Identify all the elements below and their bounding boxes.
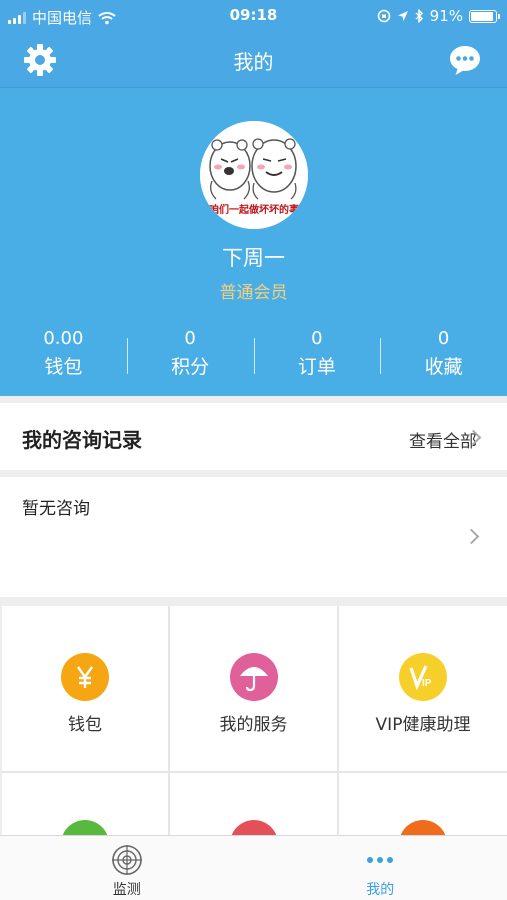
status-right: 91% [377, 7, 500, 25]
battery-icon [469, 9, 500, 23]
stat-label: 积分 [171, 356, 210, 378]
battery-percent: 91% [429, 7, 463, 25]
consult-record-title: 我的咨询记录 [22, 428, 142, 452]
stat-label: 钱包 [44, 356, 83, 378]
stat-wallet[interactable]: 0.00 钱包 [0, 326, 127, 382]
stat-label: 订单 [297, 356, 336, 378]
chevron-right-icon [463, 528, 480, 545]
green-icon [61, 820, 109, 836]
grid-item-label: 我的服务 [219, 715, 288, 735]
stat-orders[interactable]: 0 订单 [253, 326, 381, 382]
stat-value: 0.00 [43, 328, 84, 349]
consult-record-header[interactable]: 我的咨询记录 查看全部 [0, 403, 507, 470]
stat-favorites[interactable]: 0 收藏 [380, 326, 507, 382]
status-bar: 中国电信 09:18 91% [0, 0, 507, 32]
function-grid: 钱包 我的服务 IP VIP健康助理 [2, 606, 507, 836]
stat-value: 0 [184, 328, 196, 349]
stats-row: 0.00 钱包 0 积分 0 订单 0 收藏 [0, 326, 507, 382]
tab-monitor[interactable]: 监测 [0, 836, 254, 900]
radar-icon [110, 843, 144, 877]
empty-consult-text: 暂无咨询 [22, 499, 90, 519]
grid-item-label: VIP健康助理 [375, 715, 471, 735]
stat-value: 0 [311, 328, 323, 349]
chat-bubble-icon [450, 46, 480, 75]
grid-item-my-services[interactable]: 我的服务 [170, 606, 337, 771]
nav-bar: 我的 [0, 32, 507, 88]
orientation-lock-icon [377, 9, 390, 23]
consult-record-item[interactable]: 暂无咨询 [0, 477, 507, 597]
stat-label: 收藏 [424, 356, 463, 378]
umbrella-icon [229, 653, 278, 701]
grid-item-6[interactable] [339, 773, 507, 836]
tab-mine[interactable]: 我的 [254, 836, 507, 900]
messages-button[interactable] [443, 38, 487, 82]
tab-bar: 监测 我的 [0, 835, 507, 900]
avatar-caption: 咱们一起做坏坏的事 [209, 205, 299, 216]
profile-screen: 中国电信 09:18 91% 我的 咱们一起做坏坏的事 下周一 普通会员 0.0… [0, 0, 507, 900]
tab-label: 监测 [112, 882, 141, 898]
red-icon [229, 820, 278, 836]
grid-item-label: 钱包 [68, 715, 102, 735]
yen-icon [61, 653, 109, 701]
location-icon [397, 10, 408, 21]
username: 下周一 [222, 246, 285, 270]
profile-header: 咱们一起做坏坏的事 下周一 普通会员 0.00 钱包 0 积分 0 订单 0 收… [0, 88, 507, 396]
svg-text:IP: IP [422, 678, 432, 689]
orange-icon [399, 820, 447, 836]
grid-item-5[interactable] [170, 773, 337, 836]
vip-icon: IP [399, 653, 447, 701]
grid-item-4[interactable] [2, 773, 168, 836]
member-level: 普通会员 [219, 283, 288, 303]
stat-points[interactable]: 0 积分 [126, 326, 254, 382]
tab-label: 我的 [366, 882, 395, 898]
dots-icon [363, 843, 397, 877]
page-title: 我的 [233, 50, 274, 74]
avatar[interactable]: 咱们一起做坏坏的事 [200, 121, 308, 229]
grid-item-wallet[interactable]: 钱包 [2, 606, 168, 771]
grid-item-vip-assistant[interactable]: IP VIP健康助理 [339, 606, 507, 771]
stat-value: 0 [437, 328, 450, 349]
bluetooth-icon [415, 9, 423, 23]
